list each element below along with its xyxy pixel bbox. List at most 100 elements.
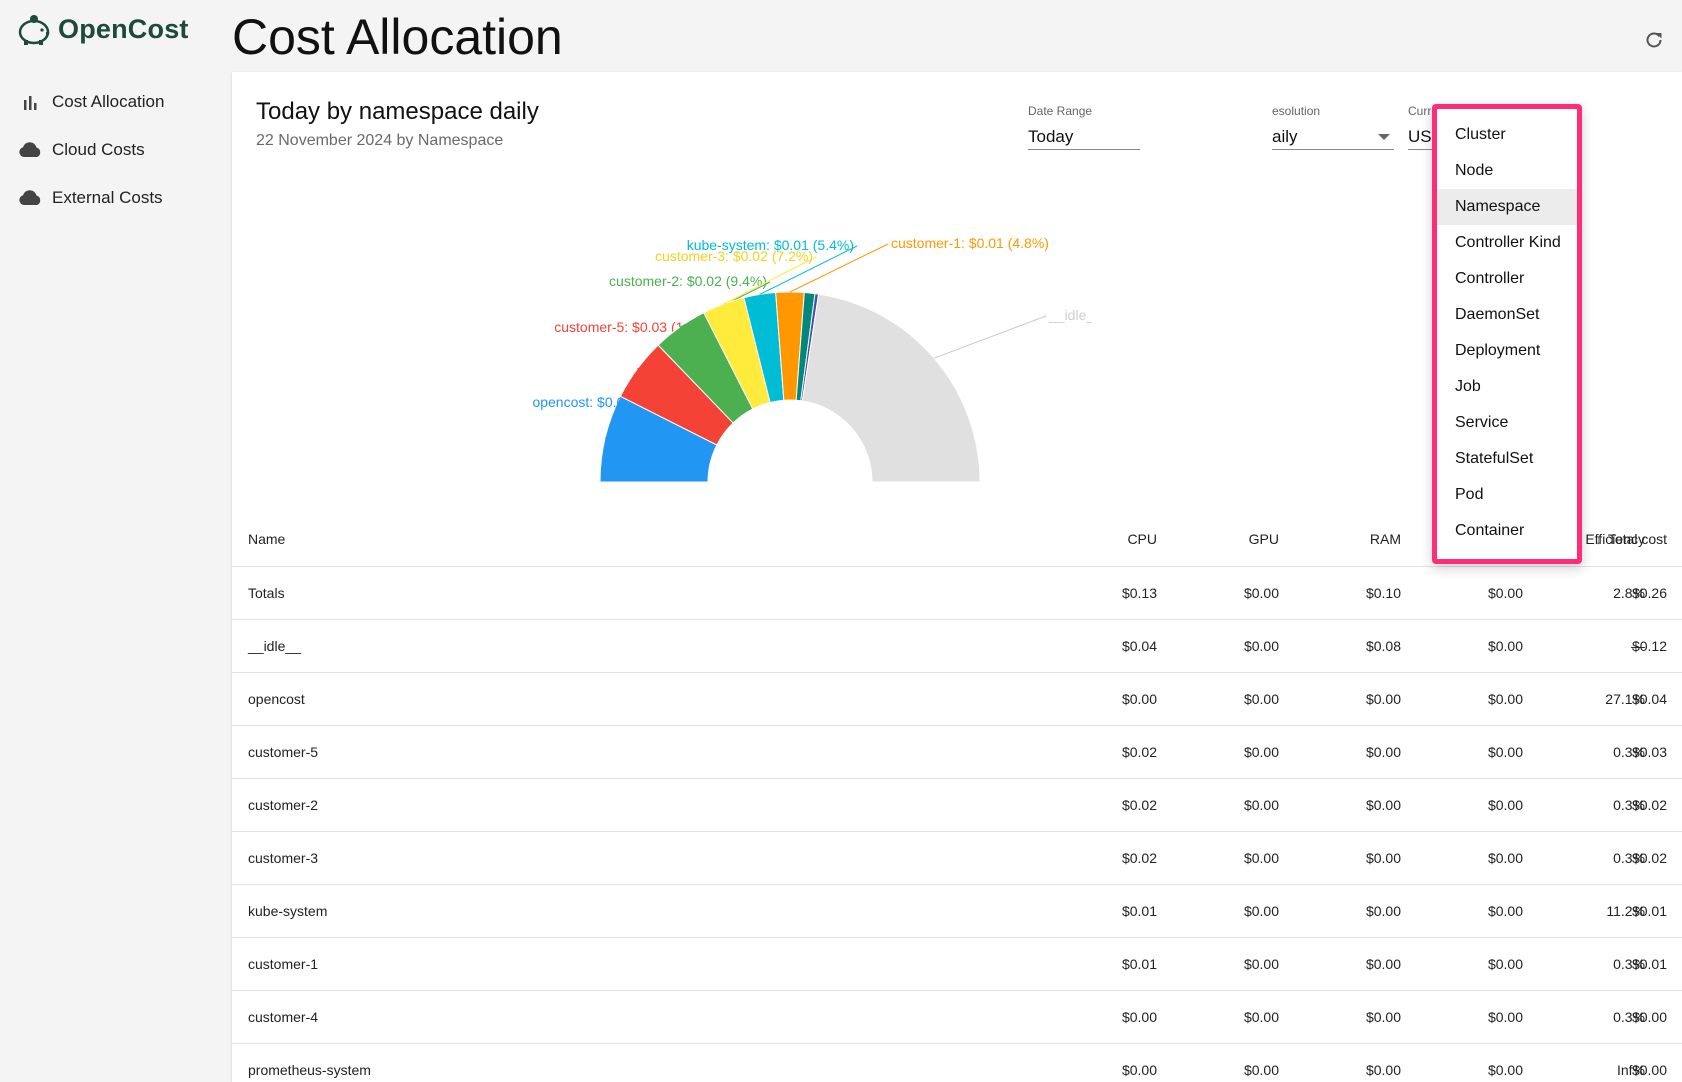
report-card: Today by namespace daily 22 November 202… [232, 72, 1682, 1082]
cell-cpu: $0.00 [1121, 1009, 1157, 1025]
cell-ram: $0.00 [1365, 744, 1401, 760]
menu-item-job[interactable]: Job [1437, 369, 1577, 405]
pie-label-line [933, 315, 1047, 359]
cell-total-cost: $0.01 [1631, 956, 1667, 972]
cell-pv: $0.00 [1487, 585, 1523, 601]
resolution-select[interactable]: esolution aily [1272, 104, 1394, 150]
pie-slice[interactable] [801, 293, 981, 483]
cell-pv: $0.00 [1487, 850, 1523, 866]
refresh-icon [1646, 32, 1662, 48]
cell-name: prometheus-system [248, 1062, 371, 1078]
cell-ram: $0.00 [1365, 1062, 1401, 1078]
cell-gpu: $0.00 [1243, 1062, 1279, 1078]
cell-gpu: $0.00 [1243, 850, 1279, 866]
report-subtitle: 22 November 2024 by Namespace [256, 132, 504, 149]
cell-gpu: $0.00 [1243, 638, 1279, 654]
table-row[interactable]: customer-3 $0.02 $0.00 $0.00 $0.00 0.3% $0.02 [232, 832, 1682, 885]
cell-name: Totals [248, 585, 285, 601]
page-title: Cost Allocation [232, 9, 563, 65]
cell-cpu: $0.01 [1121, 903, 1157, 919]
menu-item-node[interactable]: Node [1437, 153, 1577, 189]
cell-total-cost: $0.03 [1631, 744, 1667, 760]
table-row[interactable]: customer-4 $0.00 $0.00 $0.00 $0.00 0.3% $0.00 [232, 991, 1682, 1044]
date-range-value[interactable]: Today [1028, 124, 1140, 150]
menu-item-service[interactable]: Service [1437, 405, 1577, 441]
cell-pv: $0.00 [1487, 638, 1523, 654]
table-row[interactable]: customer-2 $0.02 $0.00 $0.00 $0.00 0.3% $0.02 [232, 779, 1682, 832]
piggy-bank-icon [18, 15, 50, 45]
sidebar-item-external-costs[interactable]: External Costs [0, 174, 220, 222]
menu-item-controller[interactable]: Controller [1437, 261, 1577, 297]
menu-item-daemonset[interactable]: DaemonSet [1437, 297, 1577, 333]
cell-gpu: $0.00 [1243, 903, 1279, 919]
pie-slice-label: __idle__: $ [1048, 307, 1092, 323]
cell-total-cost: $0.02 [1631, 797, 1667, 813]
cell-pv: $0.00 [1487, 1009, 1523, 1025]
cell-gpu: $0.00 [1243, 691, 1279, 707]
arrow-down-icon: ↓ [1594, 531, 1602, 547]
menu-item-container[interactable]: Container [1437, 513, 1577, 549]
aggregate-by-menu: Cluster Node Namespace Controller Kind Contr… [1432, 104, 1582, 564]
sidebar-item-label: Cost Allocation [52, 92, 165, 111]
menu-item-pod[interactable]: Pod [1437, 477, 1577, 513]
cell-ram: $0.00 [1365, 797, 1401, 813]
table-row[interactable]: customer-5 $0.02 $0.00 $0.00 $0.00 0.3% $0.03 [232, 726, 1682, 779]
cell-ram: $0.00 [1365, 1009, 1401, 1025]
cell-cpu: $0.02 [1121, 744, 1157, 760]
column-header-ram[interactable]: RAM [1291, 512, 1401, 566]
cell-pv: $0.00 [1487, 691, 1523, 707]
cell-pv: $0.00 [1487, 744, 1523, 760]
cell-ram: $0.08 [1365, 638, 1401, 654]
opencost-logo[interactable]: OpenCost [16, 12, 189, 46]
column-header-total-cost-label: Total cost [1607, 531, 1667, 547]
menu-item-deployment[interactable]: Deployment [1437, 333, 1577, 369]
cell-cpu: $0.04 [1121, 638, 1157, 654]
allocation-table: Name CPU GPU RAM PV Efficiency ↓Total co… [232, 512, 1682, 1082]
cell-ram: $0.00 [1365, 956, 1401, 972]
cell-name: customer-1 [248, 956, 319, 972]
bar-chart-icon [18, 92, 42, 112]
menu-item-cluster[interactable]: Cluster [1437, 117, 1577, 153]
sidebar-item-cloud-costs[interactable]: Cloud Costs [0, 126, 220, 174]
menu-item-namespace[interactable]: Namespace [1437, 189, 1577, 225]
table-row[interactable]: prometheus-system $0.00 $0.00 $0.00 $0.00 Inf… [232, 1044, 1682, 1082]
cell-gpu: $0.00 [1243, 585, 1279, 601]
cloud-icon [18, 188, 42, 208]
cell-gpu: $0.00 [1243, 1009, 1279, 1025]
cell-name: opencost [248, 691, 305, 707]
cell-gpu: $0.00 [1243, 956, 1279, 972]
table-row[interactable]: kube-system $0.01 $0.00 $0.00 $0.00 11.2% $0.0… [232, 885, 1682, 938]
report-title: Today by namespace daily [256, 98, 539, 125]
refresh-button[interactable] [1640, 26, 1668, 54]
cell-cpu: $0.02 [1121, 850, 1157, 866]
cell-name: customer-2 [248, 797, 319, 813]
menu-item-controller-kind[interactable]: Controller Kind [1437, 225, 1577, 261]
sidebar-item-cost-allocation[interactable]: Cost Allocation [0, 78, 220, 126]
table-row[interactable]: customer-1 $0.01 $0.00 $0.00 $0.00 0.3% $0.01 [232, 938, 1682, 991]
table-row[interactable]: Totals $0.13 $0.00 $0.10 $0.00 2.8% $0.26 [232, 567, 1682, 620]
cell-cpu: $0.01 [1121, 956, 1157, 972]
table-body: Totals $0.13 $0.00 $0.10 $0.00 2.8% $0.26 __idl… [232, 567, 1682, 1082]
cell-total-cost: $0.00 [1631, 1062, 1667, 1078]
sidebar-item-label: External Costs [52, 188, 163, 207]
app-name: OpenCost [58, 13, 189, 44]
cell-pv: $0.00 [1487, 956, 1523, 972]
cloud-icon [18, 140, 42, 160]
cell-pv: $0.00 [1487, 903, 1523, 919]
resolution-value[interactable]: aily [1272, 124, 1394, 150]
sidebar-nav: Cost Allocation Cloud Costs External Cos… [0, 78, 220, 222]
column-header-cpu[interactable]: CPU [1047, 512, 1157, 566]
sidebar-item-label: Cloud Costs [52, 140, 145, 159]
table-row[interactable]: __idle__ $0.04 $0.00 $0.08 $0.00— $0.12 [232, 620, 1682, 673]
column-header-name[interactable]: Name [248, 512, 285, 566]
cell-ram: $0.10 [1365, 585, 1401, 601]
menu-item-statefulset[interactable]: StatefulSet [1437, 441, 1577, 477]
table-row[interactable]: opencost $0.00 $0.00 $0.00 $0.00 27.1% $0.04 [232, 673, 1682, 726]
cell-cpu: $0.02 [1121, 797, 1157, 813]
cell-name: kube-system [248, 903, 328, 919]
cell-gpu: $0.00 [1243, 744, 1279, 760]
cell-total-cost: $0.26 [1631, 585, 1667, 601]
column-header-gpu[interactable]: GPU [1169, 512, 1279, 566]
pie-slice-label: customer-1: $0.01 (4.8%) [891, 235, 1049, 251]
date-range-select[interactable]: Date Range Today [1028, 104, 1140, 150]
